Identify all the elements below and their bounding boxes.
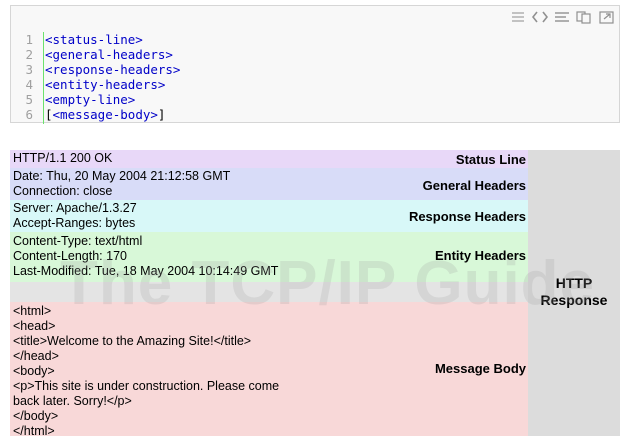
line-number: 5 xyxy=(25,92,33,107)
line-number: 3 xyxy=(25,62,33,77)
code-text: <status-line> xyxy=(45,32,143,47)
entity-headers-text: Content-Type: text/html Content-Length: … xyxy=(13,234,279,278)
wrap-icon[interactable] xyxy=(553,9,571,25)
line-number: 1 xyxy=(25,32,33,47)
copy-icon[interactable] xyxy=(575,9,593,25)
status-line-text: HTTP/1.1 200 OK xyxy=(13,151,113,165)
message-body-text: <html> <head> <title>Welcome to the Amaz… xyxy=(13,304,280,438)
code-block: 1 <status-line> 2 <general-headers> 3 <r… xyxy=(10,5,620,124)
code-line: 1 <status-line> xyxy=(11,32,619,47)
entity-headers-section: Content-Type: text/html Content-Length: … xyxy=(10,232,528,282)
message-body-section: <html> <head> <title>Welcome to the Amaz… xyxy=(10,302,528,438)
code-line: 4 <entity-headers> xyxy=(11,77,619,92)
code-line: 5 <empty-line> xyxy=(11,92,619,107)
code-toolbar xyxy=(509,9,615,25)
response-headers-text: Server: Apache/1.3.27 Accept-Ranges: byt… xyxy=(13,201,137,230)
close-bracket: ] xyxy=(157,107,166,122)
open-bracket: [ xyxy=(45,107,53,122)
general-headers-section: Date: Thu, 20 May 2004 21:12:58 GMT Conn… xyxy=(10,168,528,200)
status-line-label: Status Line xyxy=(455,152,526,167)
menu-icon[interactable] xyxy=(509,9,527,25)
http-response-side-panel: HTTP Response xyxy=(528,150,620,436)
empty-line-section xyxy=(10,282,528,302)
code-tag: <message-body> xyxy=(52,107,158,122)
code-text: <general-headers> xyxy=(45,47,173,62)
line-number: 6 xyxy=(25,107,33,122)
http-response-diagram: HTTP/1.1 200 OK Status Line Date: Thu, 2… xyxy=(10,150,620,438)
line-number: 2 xyxy=(25,47,33,62)
message-body-label: Message Body xyxy=(434,361,526,376)
code-text: <empty-line> xyxy=(45,92,136,107)
popup-icon[interactable] xyxy=(597,9,615,25)
status-line-section: HTTP/1.1 200 OK Status Line xyxy=(10,150,528,168)
code-text: <response-headers> xyxy=(45,62,181,77)
code-line: 2 <general-headers> xyxy=(11,47,619,62)
http-response-label: HTTP Response xyxy=(540,275,608,308)
general-headers-label: General Headers xyxy=(422,178,526,193)
code-text: <entity-headers> xyxy=(45,77,166,92)
code-text: [<message-body>] xyxy=(43,107,165,122)
general-headers-text: Date: Thu, 20 May 2004 21:12:58 GMT Conn… xyxy=(13,169,231,198)
line-number: 4 xyxy=(25,77,33,92)
view-source-icon[interactable] xyxy=(531,9,549,25)
response-headers-section: Server: Apache/1.3.27 Accept-Ranges: byt… xyxy=(10,200,528,232)
code-line: 3 <response-headers> xyxy=(11,62,619,77)
code-lines: 1 <status-line> 2 <general-headers> 3 <r… xyxy=(11,32,619,122)
entity-headers-label: Entity Headers xyxy=(434,248,526,263)
code-line: 6 [<message-body>] xyxy=(11,107,619,122)
response-headers-label: Response Headers xyxy=(408,209,526,224)
